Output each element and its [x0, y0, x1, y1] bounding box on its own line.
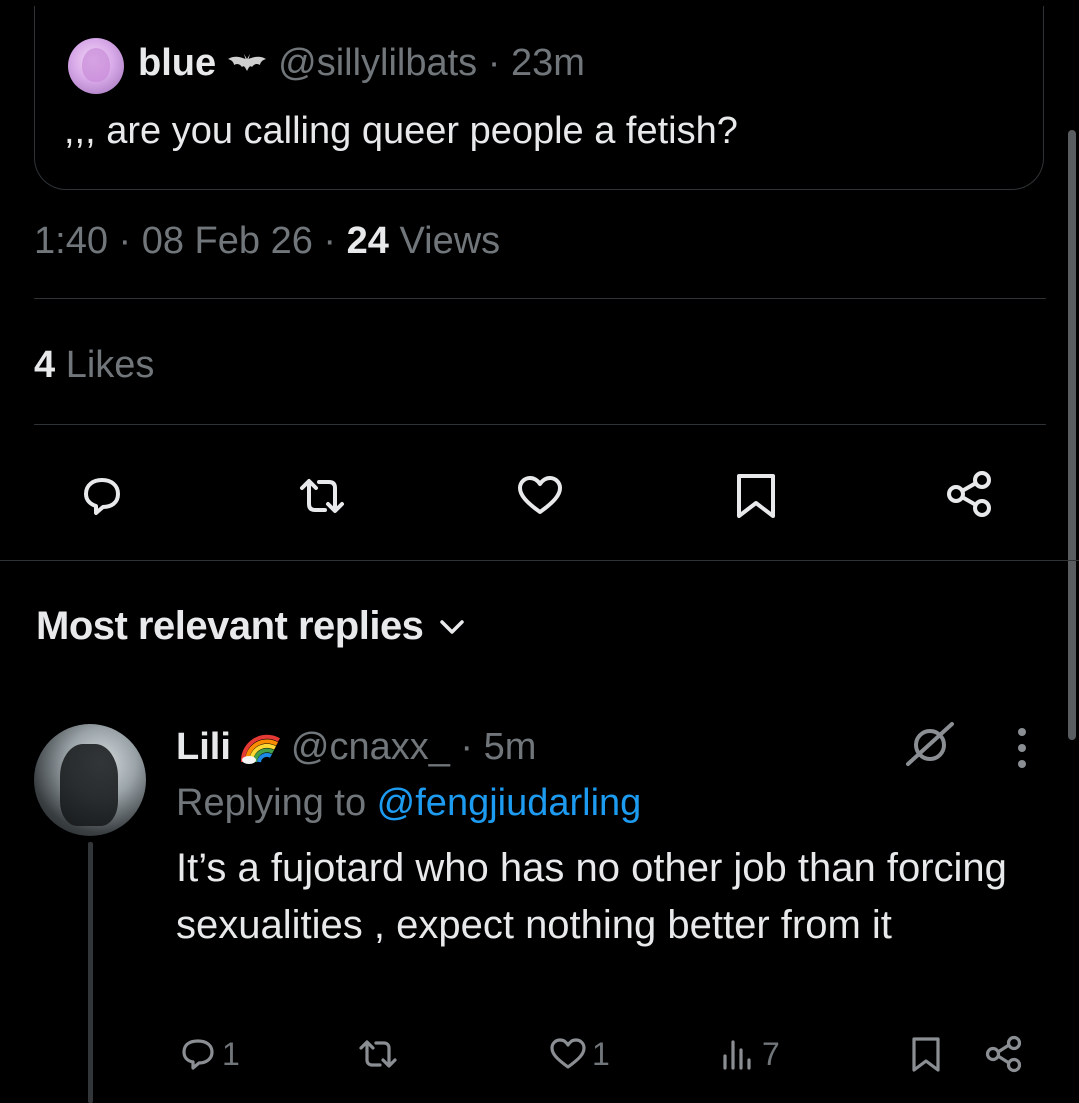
reply-share-button[interactable] — [984, 1034, 1024, 1074]
bookmark-icon — [912, 1037, 940, 1072]
reply-count: 1 — [222, 1035, 240, 1072]
likes-count: 4 — [34, 344, 56, 386]
share-icon — [985, 1035, 1022, 1073]
reply-user-handle-time: @cnaxx_ · 5m — [290, 726, 537, 768]
reply-retweet-button[interactable] — [358, 1034, 402, 1074]
views-chart-icon — [723, 1040, 751, 1070]
grok-icon[interactable] — [902, 718, 958, 770]
divider — [0, 560, 1079, 561]
retweet-icon[interactable] — [296, 470, 348, 522]
post-timestamp-views: 1:40 · 08 Feb 26 · 24 Views — [34, 220, 500, 263]
post-time-date[interactable]: 1:40 · 08 Feb 26 · — [34, 220, 347, 262]
reply-icon[interactable] — [76, 470, 128, 522]
reply-views-button[interactable]: 7 — [718, 1034, 780, 1074]
reply-user-name[interactable]: Lili — [176, 726, 231, 769]
like-heart-icon — [550, 1038, 586, 1069]
like-heart-icon[interactable] — [514, 470, 566, 522]
likes-summary[interactable]: 4 Likes — [34, 344, 154, 387]
views-count: 24 — [346, 220, 389, 262]
bat-emoji-icon — [228, 53, 267, 71]
quoted-tweet-card[interactable] — [34, 6, 1044, 190]
reply-reply-button[interactable]: 1 — [178, 1034, 240, 1074]
chevron-down-icon — [440, 619, 465, 634]
reply-bookmark-button[interactable] — [906, 1034, 946, 1074]
reply-icon — [182, 1039, 214, 1070]
replying-mention-link[interactable]: @fengjiudarling — [377, 782, 642, 824]
replies-sort-dropdown[interactable]: Most relevant replies — [36, 604, 465, 649]
replying-to: Replying to @fengjiudarling — [176, 782, 641, 825]
rainbow-emoji-icon — [240, 734, 280, 764]
bookmark-icon[interactable] — [730, 470, 782, 522]
quoted-user-name[interactable]: blue — [138, 42, 216, 85]
divider — [34, 424, 1046, 425]
retweet-icon — [359, 1040, 397, 1068]
quoted-user-handle-time: @sillylilbats · 23m — [278, 42, 585, 84]
reply-header: Lili @cnaxx_ · 5m — [176, 726, 536, 769]
likes-label: Likes — [55, 344, 155, 386]
views-label: Views — [388, 220, 501, 262]
quoted-user-header: blue @sillylilbats · 23m — [138, 42, 585, 85]
scrollbar[interactable] — [1068, 130, 1076, 740]
replies-sort-label: Most relevant replies — [36, 604, 424, 648]
like-count: 1 — [592, 1035, 610, 1072]
view-count: 7 — [762, 1035, 780, 1072]
quoted-tweet-text: ,,, are you calling queer people a fetis… — [64, 110, 738, 152]
reply-like-button[interactable]: 1 — [548, 1034, 610, 1074]
replying-prefix: Replying to — [176, 782, 377, 824]
thread-line — [88, 842, 93, 1103]
more-options-icon[interactable] — [1010, 724, 1034, 772]
reply-text: It’s a fujotard who has no other job tha… — [176, 846, 1007, 947]
divider — [34, 298, 1046, 299]
quoted-user-avatar[interactable] — [68, 38, 124, 94]
share-icon[interactable] — [944, 468, 996, 520]
reply-user-avatar[interactable] — [34, 724, 146, 836]
